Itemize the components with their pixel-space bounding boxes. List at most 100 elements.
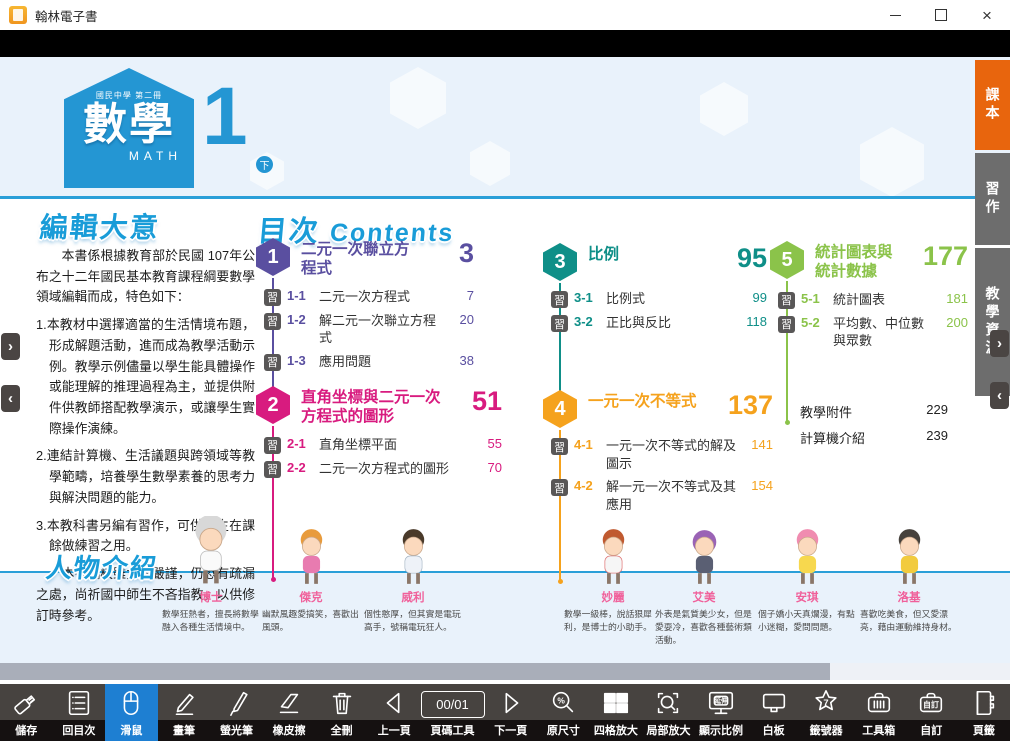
editorial-item: 1.本教材中選擇適當的生活情境布題，形成解題活動，進而成為教學活動示例。教學示例… bbox=[36, 315, 255, 439]
section-number: 1-3 bbox=[287, 353, 315, 368]
workbook-badge: 習 bbox=[264, 437, 281, 454]
toc-section-row[interactable]: 習 3-1 比例式 99 bbox=[551, 290, 767, 308]
character-card: 洛基 喜歡吃美食，但又愛漂亮，藉由運動維持身材。 bbox=[860, 528, 958, 634]
close-icon: × bbox=[982, 7, 992, 24]
minimize-icon bbox=[890, 15, 901, 16]
title-bar: 翰林電子書 × bbox=[0, 0, 1010, 31]
section-number: 5-1 bbox=[801, 291, 829, 306]
hexagon-decoration bbox=[470, 141, 510, 186]
character-card: 安琪 個子嬌小天真爛漫，有點小迷糊，愛問問題。 bbox=[758, 528, 856, 634]
section-title: 二元一次方程式的圖形 bbox=[319, 460, 466, 478]
eraser-tool-button[interactable]: 橡皮擦 bbox=[263, 684, 316, 741]
section-title: 解二元一次聯立方程式 bbox=[319, 312, 438, 347]
workbook-badge: 習 bbox=[264, 289, 281, 306]
four-grid-zoom-button[interactable]: 四格放大 bbox=[590, 684, 643, 741]
toc-section-row[interactable]: 習 5-2 平均數、中位數與眾數 200 bbox=[778, 315, 968, 350]
logo-title: 數學 bbox=[83, 101, 175, 149]
character-card: 傑克 幽默風趣愛搞笑，喜歡出風頭。 bbox=[262, 528, 360, 634]
chapter-title: 比例 bbox=[588, 243, 619, 264]
workbook-badge: 習 bbox=[551, 315, 568, 332]
toc-section-row[interactable]: 習 1-2 解二元一次聯立方程式 20 bbox=[264, 312, 474, 347]
toc-section-row[interactable]: 習 5-1 統計圖表 181 bbox=[778, 291, 968, 309]
toc-section-row[interactable]: 習 3-2 正比與反比 118 bbox=[551, 314, 767, 332]
right-panel-collapse-button[interactable]: ‹ bbox=[990, 382, 1009, 409]
toc-section-row[interactable]: 習 4-1 一元一次不等式的解及圖示 141 bbox=[551, 437, 773, 472]
whiteboard-icon bbox=[759, 688, 789, 718]
original-size-button[interactable]: % 原尺寸 bbox=[537, 684, 590, 741]
mouse-tool-button[interactable]: 滑鼠 bbox=[105, 684, 158, 741]
toc-section-row[interactable]: 習 1-1 二元一次方程式 7 bbox=[264, 288, 474, 306]
left-panel-collapse-button[interactable]: ‹ bbox=[1, 385, 20, 412]
page-tabs-button[interactable]: 頁籤 bbox=[958, 684, 1010, 741]
section-number: 4-2 bbox=[574, 478, 602, 493]
toolbox-button[interactable]: 工具箱 bbox=[852, 684, 905, 741]
partial-zoom-button[interactable]: 局部放大 bbox=[642, 684, 695, 741]
toc-extra-row[interactable]: 計算機介紹 239 bbox=[800, 428, 948, 447]
character-description: 喜歡吃美食，但又愛漂亮，藉由運動維持身材。 bbox=[860, 608, 958, 634]
page-number-display[interactable]: 00/01 bbox=[421, 691, 485, 718]
section-title: 正比與反比 bbox=[606, 314, 731, 332]
tab-workbook[interactable]: 習作 bbox=[975, 153, 1010, 245]
toc-extra-row[interactable]: 教學附件 229 bbox=[800, 402, 948, 421]
hexagon-decoration bbox=[860, 127, 924, 196]
chapter-page-number: 51 bbox=[472, 386, 502, 415]
chapter-heading[interactable]: 4 一元一次不等式 137 bbox=[543, 390, 773, 428]
chapter-page-number: 95 bbox=[737, 243, 767, 272]
chapter-number-badge: 2 bbox=[256, 386, 290, 424]
whiteboard-button[interactable]: 白板 bbox=[747, 684, 800, 741]
section-number: 2-2 bbox=[287, 460, 315, 475]
section-page: 154 bbox=[741, 478, 773, 493]
toc-section-row[interactable]: 習 1-3 應用問題 38 bbox=[264, 353, 474, 371]
section-title: 應用問題 bbox=[319, 353, 438, 371]
next-page-button[interactable]: 下一頁 bbox=[485, 684, 538, 741]
trash-icon bbox=[327, 688, 357, 718]
hexagon-decoration bbox=[700, 82, 748, 136]
display-ratio-button[interactable]: 延伸 顯示比例 bbox=[695, 684, 748, 741]
volume-badge: 下 bbox=[256, 156, 273, 173]
chapter-heading[interactable]: 1 二元一次聯立方程式 3 bbox=[256, 238, 474, 279]
section-page: 99 bbox=[735, 290, 767, 305]
toc-section-row[interactable]: 習 4-2 解一元一次不等式及其應用 154 bbox=[551, 478, 773, 513]
section-page: 7 bbox=[442, 288, 474, 303]
character-name: 傑克 bbox=[262, 589, 360, 605]
previous-page-icon bbox=[379, 688, 409, 718]
maximize-button[interactable] bbox=[918, 0, 964, 30]
section-page: 141 bbox=[741, 437, 773, 452]
chapter-heading[interactable]: 5 統計圖表與統計數據 177 bbox=[770, 241, 968, 282]
minimize-button[interactable] bbox=[872, 0, 918, 30]
chapter-heading[interactable]: 2 直角坐標與二元一次方程式的圖形 51 bbox=[256, 386, 502, 427]
right-panel-expand-button[interactable]: › bbox=[990, 330, 1009, 357]
section-number: 4-1 bbox=[574, 437, 602, 452]
chapter-4: 4 一元一次不等式 137 習 4-1 一元一次不等式的解及圖示 141 習 4… bbox=[543, 390, 773, 519]
highlighter-tool-button[interactable]: 螢光筆 bbox=[210, 684, 263, 741]
custom-button[interactable]: 自訂 自訂 bbox=[905, 684, 958, 741]
extra-title: 計算機介紹 bbox=[800, 428, 865, 447]
character-name: 博士 bbox=[162, 589, 260, 605]
tab-textbook[interactable]: 課本 bbox=[975, 60, 1010, 150]
character-illustration bbox=[683, 528, 726, 586]
section-number: 3-2 bbox=[574, 314, 602, 329]
usb-save-icon bbox=[11, 688, 41, 718]
left-panel-expand-button[interactable]: › bbox=[1, 333, 20, 360]
section-title: 直角坐標平面 bbox=[319, 436, 466, 454]
chapter-heading[interactable]: 3 比例 95 bbox=[543, 243, 767, 281]
workbook-badge: 習 bbox=[551, 438, 568, 455]
back-to-contents-button[interactable]: 回目次 bbox=[53, 684, 106, 741]
section-title: 解一元一次不等式及其應用 bbox=[606, 478, 737, 513]
horizontal-scrollbar[interactable] bbox=[0, 663, 1010, 680]
svg-text:%: % bbox=[558, 695, 566, 705]
scrollbar-thumb[interactable] bbox=[0, 663, 830, 680]
previous-page-button[interactable]: 上一頁 bbox=[368, 684, 421, 741]
tab-teaching-resources[interactable]: 教學資源 bbox=[975, 248, 1010, 396]
chapter-title: 直角坐標與二元一次方程式的圖形 bbox=[301, 386, 453, 427]
toc-section-row[interactable]: 習 2-2 二元一次方程式的圖形 70 bbox=[264, 460, 502, 478]
save-button[interactable]: 儲存 bbox=[0, 684, 53, 741]
close-button[interactable]: × bbox=[964, 0, 1010, 30]
number-picker-button[interactable]: 7 籤號器 bbox=[800, 684, 853, 741]
workbook-badge: 習 bbox=[778, 292, 795, 309]
editorial-title: 編輯大意 bbox=[38, 206, 162, 246]
page-number-tool[interactable]: 00/01 頁碼工具 bbox=[421, 684, 485, 741]
pen-tool-button[interactable]: 畫筆 bbox=[158, 684, 211, 741]
toc-section-row[interactable]: 習 2-1 直角坐標平面 55 bbox=[264, 436, 502, 454]
delete-all-button[interactable]: 全刪 bbox=[315, 684, 368, 741]
